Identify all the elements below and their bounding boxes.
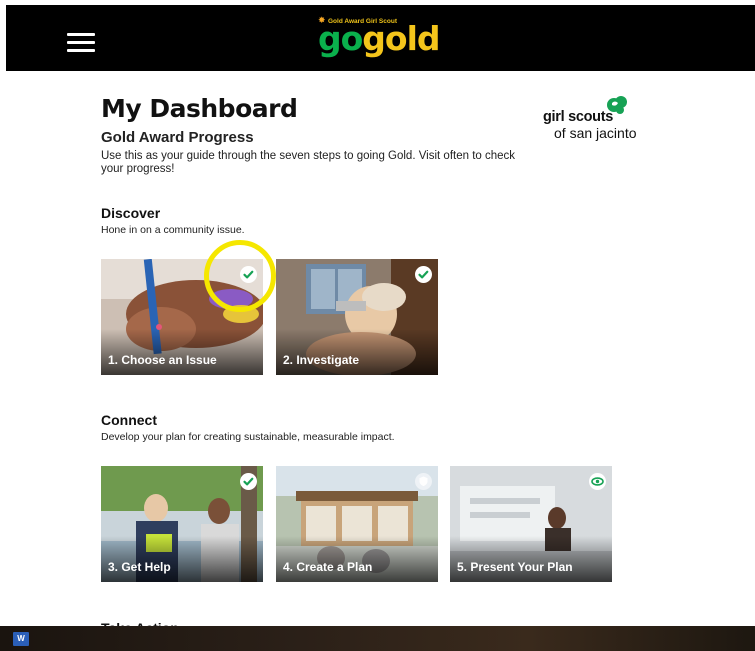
step-label: 4. Create a Plan bbox=[283, 560, 373, 574]
word-icon[interactable]: W bbox=[13, 632, 29, 646]
girl-scouts-logo: girl scouts of san jacinto bbox=[540, 95, 650, 145]
step-label: 5. Present Your Plan bbox=[457, 560, 573, 574]
top-header-bar: ✸ Gold Award Girl Scout gogold bbox=[6, 5, 755, 71]
step-label: 3. Get Help bbox=[108, 560, 171, 574]
check-icon bbox=[240, 473, 257, 490]
gs-logo-line2: of san jacinto bbox=[554, 125, 637, 141]
gs-logo-line1: girl scouts bbox=[543, 109, 614, 125]
page-subtitle: Gold Award Progress bbox=[101, 129, 254, 146]
logo-wordmark: gogold bbox=[318, 19, 441, 58]
intro-text: Use this as your guide through the seven… bbox=[101, 150, 516, 175]
step-label: 2. Investigate bbox=[283, 353, 360, 367]
section-title-discover: Discover bbox=[101, 205, 161, 221]
gogold-logo[interactable]: ✸ Gold Award Girl Scout gogold bbox=[318, 13, 458, 65]
page-title: My Dashboard bbox=[101, 94, 298, 123]
taskbar bbox=[0, 626, 755, 651]
section-desc-connect: Develop your plan for creating sustainab… bbox=[101, 431, 395, 443]
step-label: 1. Choose an Issue bbox=[108, 353, 217, 367]
section-desc-discover: Hone in on a community issue. bbox=[101, 224, 245, 236]
step-card-create-plan[interactable]: 4. Create a Plan bbox=[276, 466, 438, 582]
step-card-investigate[interactable]: 2. Investigate bbox=[276, 259, 438, 375]
check-icon bbox=[415, 266, 432, 283]
highlight-circle-annotation bbox=[204, 240, 276, 312]
section-title-connect: Connect bbox=[101, 412, 157, 428]
step-card-present-plan[interactable]: 5. Present Your Plan bbox=[450, 466, 612, 582]
eye-icon bbox=[589, 473, 606, 490]
shield-icon bbox=[415, 473, 432, 490]
step-card-get-help[interactable]: 3. Get Help bbox=[101, 466, 263, 582]
hamburger-menu-icon[interactable] bbox=[67, 33, 95, 53]
